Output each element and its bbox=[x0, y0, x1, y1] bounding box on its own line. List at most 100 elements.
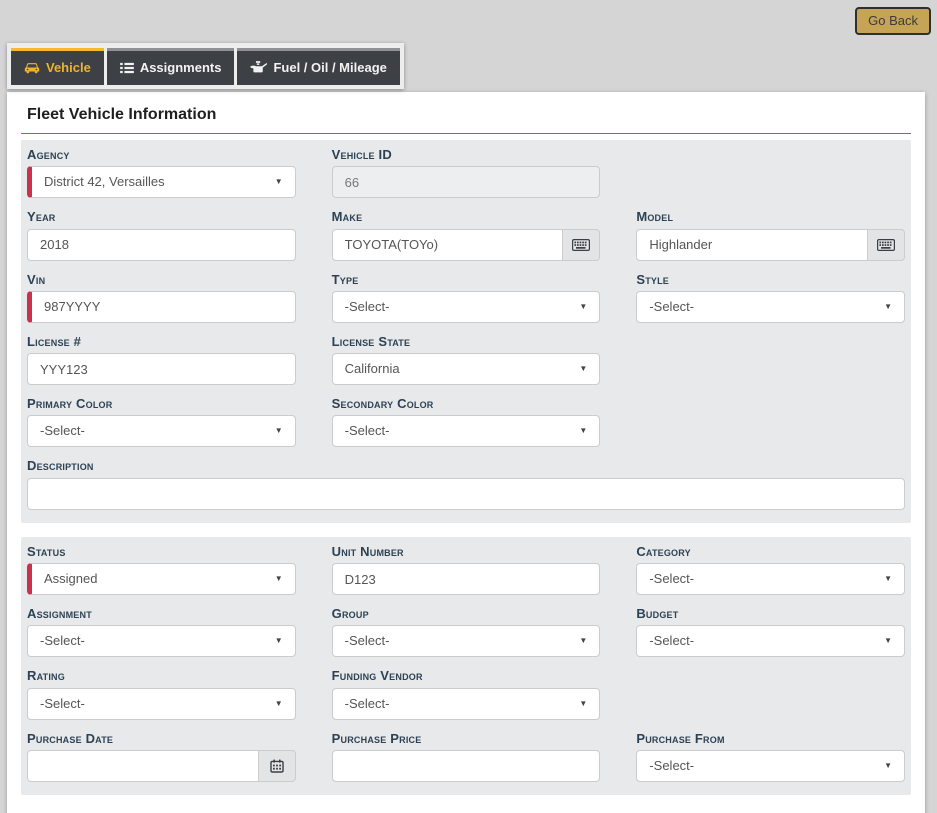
agency-select[interactable]: District 42, Versailles ▼ bbox=[27, 166, 296, 198]
vin-field: Vin bbox=[27, 273, 296, 323]
group-label: Group bbox=[332, 607, 601, 621]
purchase-price-input[interactable] bbox=[332, 750, 601, 782]
caret-down-icon: ▼ bbox=[884, 564, 892, 594]
agency-field: Agency District 42, Versailles ▼ bbox=[27, 148, 296, 198]
purchase-from-field: Purchase From -Select- ▼ bbox=[636, 732, 905, 782]
secondary-color-select[interactable]: -Select- ▼ bbox=[332, 415, 601, 447]
rating-select[interactable]: -Select- ▼ bbox=[27, 688, 296, 720]
status-select[interactable]: Assigned ▼ bbox=[27, 563, 296, 595]
tab-fuel-oil-mileage-label: Fuel / Oil / Mileage bbox=[273, 60, 386, 75]
budget-label: Budget bbox=[636, 607, 905, 621]
funding-vendor-select[interactable]: -Select- ▼ bbox=[332, 688, 601, 720]
caret-down-icon: ▼ bbox=[579, 626, 587, 656]
calendar-icon bbox=[270, 759, 284, 773]
list-icon bbox=[120, 62, 134, 74]
fleet-vehicle-panel: Fleet Vehicle Information Agency Distric… bbox=[7, 92, 925, 813]
page-title: Fleet Vehicle Information bbox=[14, 106, 918, 124]
model-input[interactable] bbox=[636, 229, 868, 261]
make-label: Make bbox=[332, 210, 601, 224]
purchase-date-field: Purchase Date bbox=[27, 732, 296, 782]
car-icon bbox=[24, 61, 40, 74]
make-input[interactable] bbox=[332, 229, 564, 261]
style-label: Style bbox=[636, 273, 905, 287]
license-number-input[interactable] bbox=[27, 353, 296, 385]
tab-assignments-label: Assignments bbox=[140, 60, 222, 75]
unit-number-label: Unit Number bbox=[332, 545, 601, 559]
oil-can-icon bbox=[250, 61, 267, 74]
title-divider bbox=[21, 133, 911, 134]
caret-down-icon: ▼ bbox=[884, 751, 892, 781]
style-field: Style -Select- ▼ bbox=[636, 273, 905, 323]
purchase-from-select[interactable]: -Select- ▼ bbox=[636, 750, 905, 782]
secondary-color-field: Secondary Color -Select- ▼ bbox=[332, 397, 601, 447]
caret-down-icon: ▼ bbox=[275, 167, 283, 197]
primary-color-label: Primary Color bbox=[27, 397, 296, 411]
category-label: Category bbox=[636, 545, 905, 559]
caret-down-icon: ▼ bbox=[579, 292, 587, 322]
vehicle-identity-section: Agency District 42, Versailles ▼ Vehicle… bbox=[21, 140, 911, 523]
caret-down-icon: ▼ bbox=[884, 292, 892, 322]
caret-down-icon: ▼ bbox=[275, 626, 283, 656]
assignment-select[interactable]: -Select- ▼ bbox=[27, 625, 296, 657]
license-state-label: License State bbox=[332, 335, 601, 349]
type-field: Type -Select- ▼ bbox=[332, 273, 601, 323]
type-select[interactable]: -Select- ▼ bbox=[332, 291, 601, 323]
year-input[interactable] bbox=[27, 229, 296, 261]
rating-field: Rating -Select- ▼ bbox=[27, 669, 296, 719]
license-state-field: License State California ▼ bbox=[332, 335, 601, 385]
model-field: Model bbox=[636, 210, 905, 260]
make-field: Make bbox=[332, 210, 601, 260]
tab-assignments[interactable]: Assignments bbox=[107, 48, 235, 85]
description-input[interactable] bbox=[27, 478, 905, 510]
assignment-field: Assignment -Select- ▼ bbox=[27, 607, 296, 657]
tab-strip: Vehicle Assignments Fuel / Oil / Mileage bbox=[7, 43, 404, 89]
caret-down-icon: ▼ bbox=[275, 564, 283, 594]
go-back-button[interactable]: Go Back bbox=[855, 7, 931, 35]
vin-label: Vin bbox=[27, 273, 296, 287]
caret-down-icon: ▼ bbox=[579, 354, 587, 384]
caret-down-icon: ▼ bbox=[884, 626, 892, 656]
unit-number-input[interactable] bbox=[332, 563, 601, 595]
purchase-date-calendar-button[interactable] bbox=[259, 750, 296, 782]
model-label: Model bbox=[636, 210, 905, 224]
status-field: Status Assigned ▼ bbox=[27, 545, 296, 595]
style-select[interactable]: -Select- ▼ bbox=[636, 291, 905, 323]
type-label: Type bbox=[332, 273, 601, 287]
purchase-price-label: Purchase Price bbox=[332, 732, 601, 746]
category-select[interactable]: -Select- ▼ bbox=[636, 563, 905, 595]
status-purchase-section: Status Assigned ▼ Unit Number Category -… bbox=[21, 537, 911, 795]
description-label: Description bbox=[27, 459, 905, 473]
caret-down-icon: ▼ bbox=[275, 416, 283, 446]
primary-color-field: Primary Color -Select- ▼ bbox=[27, 397, 296, 447]
vehicle-id-input bbox=[332, 166, 601, 198]
purchase-date-label: Purchase Date bbox=[27, 732, 296, 746]
purchase-date-input[interactable] bbox=[27, 750, 259, 782]
vehicle-id-field: Vehicle ID bbox=[332, 148, 601, 198]
year-label: Year bbox=[27, 210, 296, 224]
caret-down-icon: ▼ bbox=[579, 416, 587, 446]
group-select[interactable]: -Select- ▼ bbox=[332, 625, 601, 657]
description-field: Description bbox=[27, 459, 905, 509]
group-field: Group -Select- ▼ bbox=[332, 607, 601, 657]
license-number-label: License # bbox=[27, 335, 296, 349]
purchase-price-field: Purchase Price bbox=[332, 732, 601, 782]
assignment-label: Assignment bbox=[27, 607, 296, 621]
model-keyboard-button[interactable] bbox=[868, 229, 905, 261]
primary-color-select[interactable]: -Select- ▼ bbox=[27, 415, 296, 447]
vin-input[interactable] bbox=[27, 291, 296, 323]
license-state-select[interactable]: California ▼ bbox=[332, 353, 601, 385]
caret-down-icon: ▼ bbox=[275, 689, 283, 719]
keyboard-icon bbox=[877, 239, 895, 251]
tab-fuel-oil-mileage[interactable]: Fuel / Oil / Mileage bbox=[237, 48, 399, 85]
year-field: Year bbox=[27, 210, 296, 260]
category-field: Category -Select- ▼ bbox=[636, 545, 905, 595]
purchase-from-label: Purchase From bbox=[636, 732, 905, 746]
status-label: Status bbox=[27, 545, 296, 559]
unit-number-field: Unit Number bbox=[332, 545, 601, 595]
tab-vehicle[interactable]: Vehicle bbox=[11, 48, 104, 85]
make-keyboard-button[interactable] bbox=[563, 229, 600, 261]
funding-vendor-label: Funding Vendor bbox=[332, 669, 601, 683]
budget-select[interactable]: -Select- ▼ bbox=[636, 625, 905, 657]
agency-label: Agency bbox=[27, 148, 296, 162]
license-number-field: License # bbox=[27, 335, 296, 385]
